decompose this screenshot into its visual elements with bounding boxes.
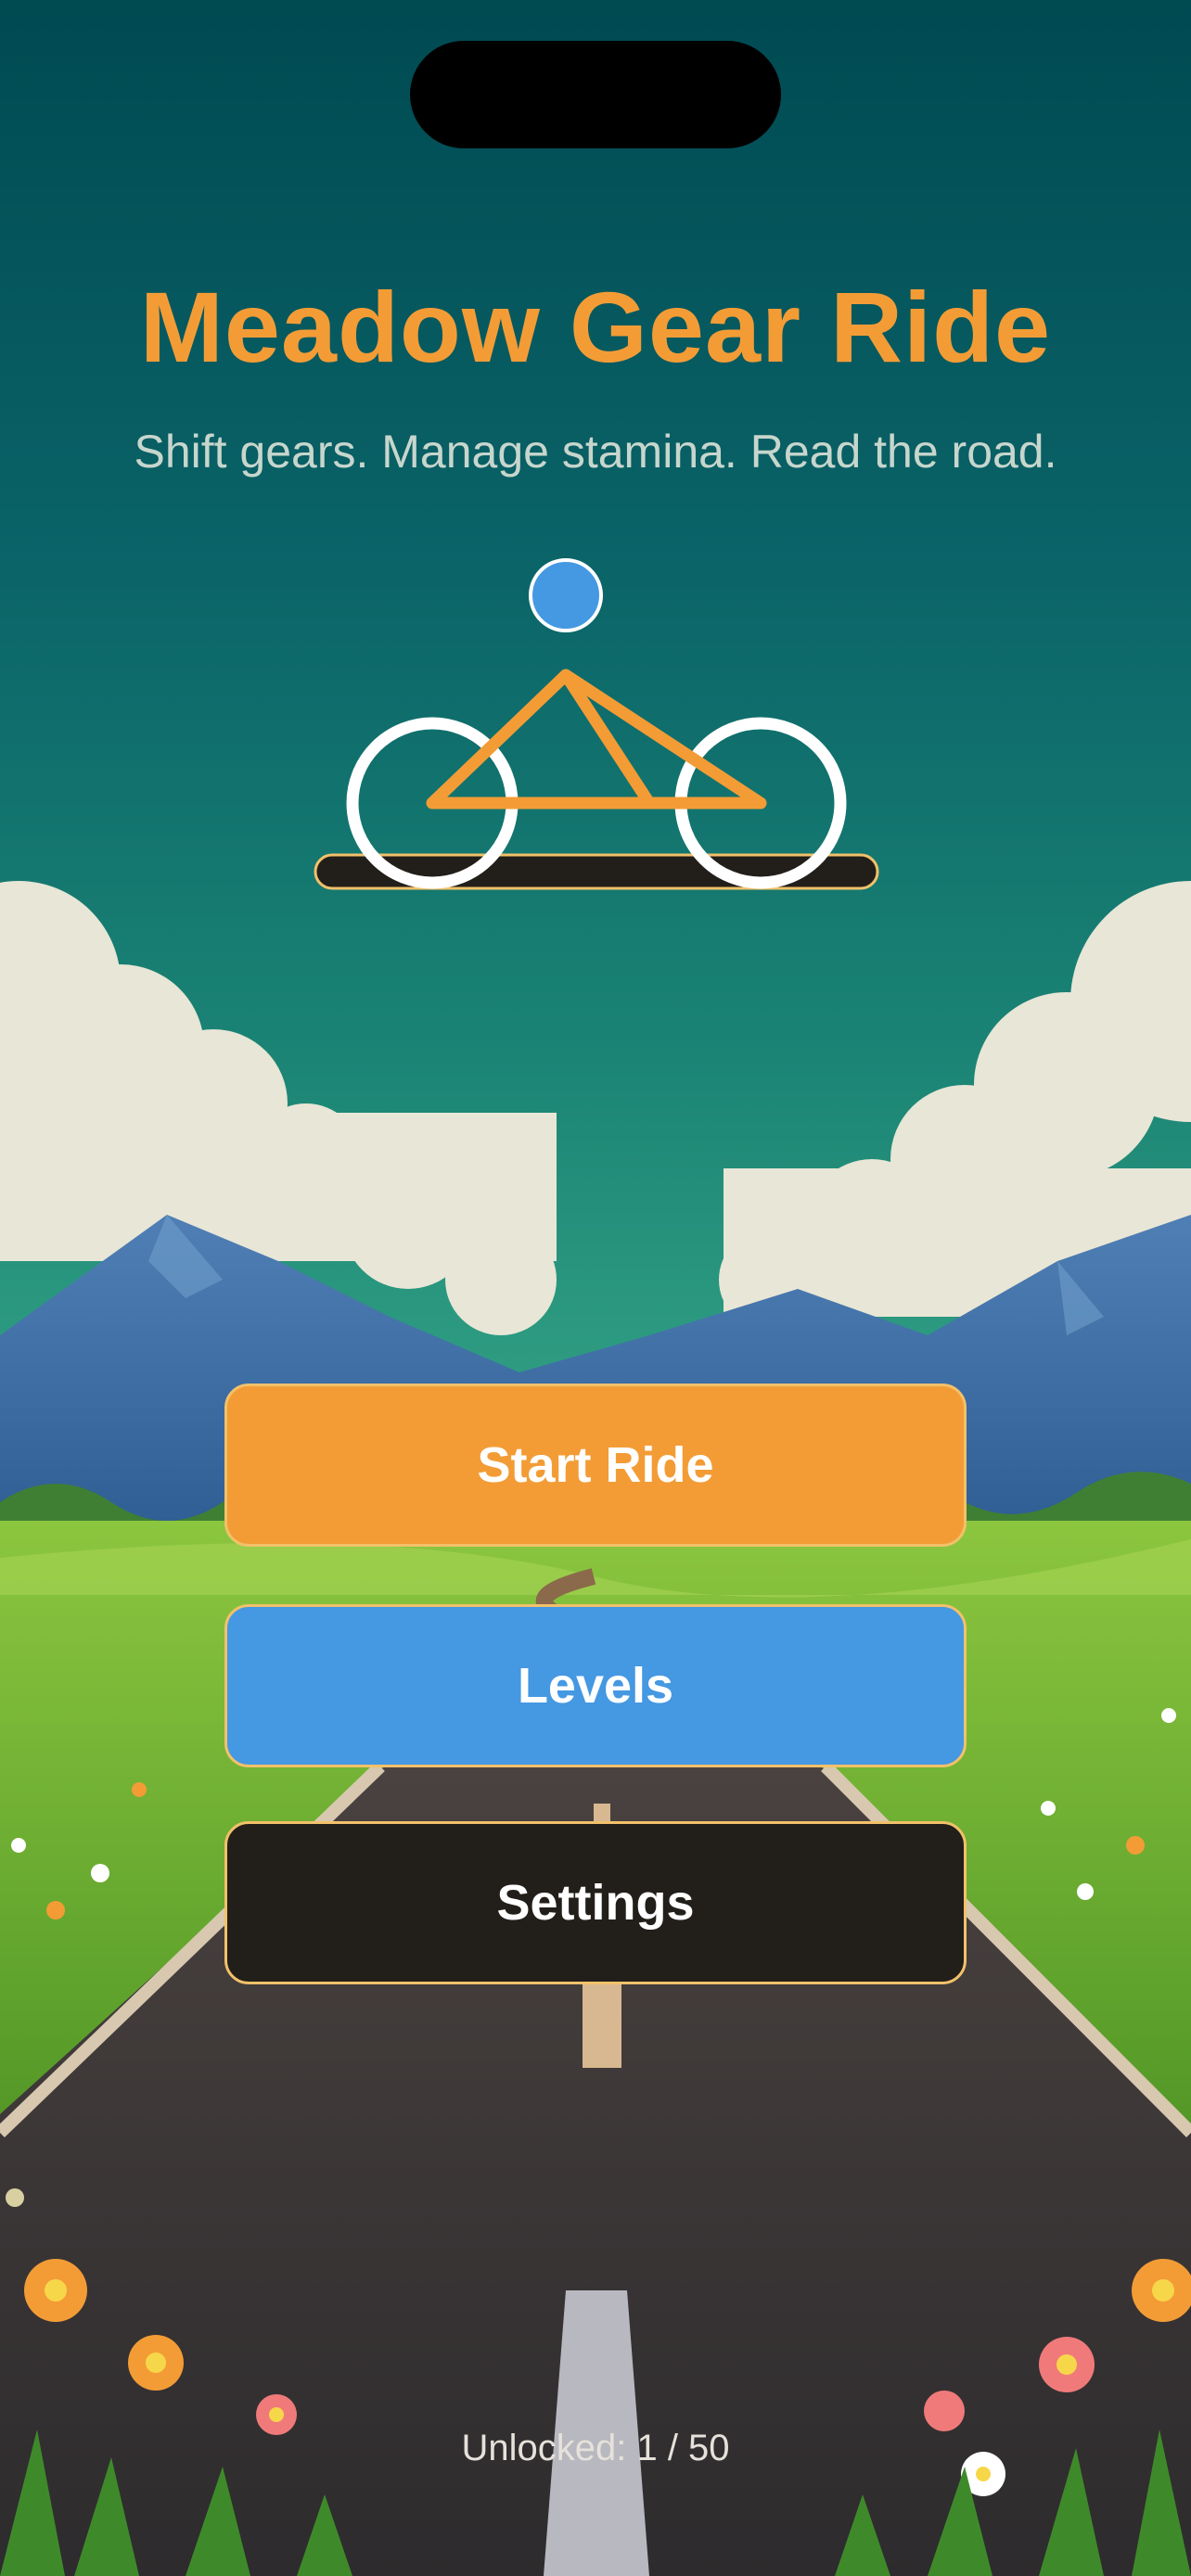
game-title: Meadow Gear Ride: [139, 271, 1052, 383]
start-ride-button[interactable]: Start Ride: [224, 1384, 967, 1547]
game-subtitle: Shift gears. Manage stamina. Read the ro…: [134, 426, 1057, 478]
scenery-background: [0, 881, 1191, 2576]
levels-button[interactable]: Levels: [224, 1604, 967, 1767]
main-menu-screen: Meadow Gear Ride Shift gears. Manage sta…: [0, 0, 1191, 2576]
rider-head: [529, 558, 603, 632]
dynamic-island: [410, 41, 781, 148]
unlocked-counter: Unlocked: 1 / 50: [461, 2428, 730, 2468]
bicycle-icon: [314, 558, 879, 890]
settings-button[interactable]: Settings: [224, 1821, 967, 1984]
